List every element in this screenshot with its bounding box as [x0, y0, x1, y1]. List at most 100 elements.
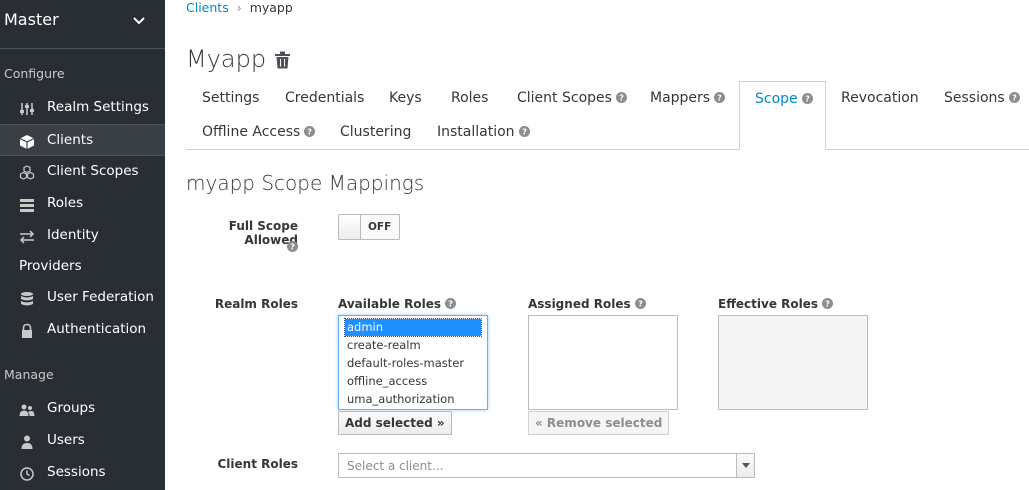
svg-text:?: ?: [307, 127, 312, 137]
tab-offline-access[interactable]: Offline Access?: [202, 124, 316, 140]
tab-scope[interactable]: Scope?: [739, 81, 826, 150]
lock-icon: [22, 323, 32, 338]
clock-icon: [20, 467, 34, 481]
svg-text:?: ?: [448, 299, 453, 309]
question-circle-icon[interactable]: ?: [287, 241, 298, 252]
breadcrumb-separator: ›: [236, 0, 242, 15]
tab-sessions[interactable]: Sessions?: [944, 90, 1020, 106]
sidebar-item-authentication[interactable]: Authentication: [0, 314, 165, 346]
assigned-roles-text: Assigned Roles: [528, 297, 631, 311]
list-icon: [20, 199, 34, 212]
list-item[interactable]: offline_access: [345, 373, 481, 390]
database-icon: [21, 292, 33, 306]
tab-label: Mappers: [650, 90, 711, 106]
list-item[interactable]: uma_authorization: [345, 391, 481, 408]
full-scope-toggle[interactable]: OFF: [338, 214, 400, 240]
exchange-icon: [19, 230, 35, 244]
tab-mappers[interactable]: Mappers?: [650, 90, 726, 106]
tab-installation[interactable]: Installation?: [437, 124, 530, 140]
list-item[interactable]: admin: [344, 318, 482, 337]
tab-client-scopes[interactable]: Client Scopes?: [517, 90, 627, 106]
realm-name: Master: [4, 10, 59, 29]
assigned-roles-list[interactable]: [528, 315, 678, 410]
realm-selector[interactable]: Master: [0, 0, 165, 49]
client-select[interactable]: Select a client...: [338, 453, 755, 478]
sidebar-item-label: Groups: [47, 400, 96, 416]
client-select-toggle[interactable]: [736, 454, 754, 477]
svg-text:?: ?: [1012, 93, 1017, 103]
sidebar-item-roles[interactable]: Roles: [0, 188, 165, 220]
sidebar-item-label: Roles: [47, 195, 84, 211]
tab-clustering[interactable]: Clustering: [340, 124, 411, 140]
question-circle-icon[interactable]: ?: [822, 298, 834, 309]
question-circle-icon[interactable]: ?: [1008, 92, 1020, 103]
cubes-icon: [19, 165, 35, 180]
cube-icon: [19, 135, 35, 149]
tab-settings[interactable]: Settings: [202, 90, 259, 106]
sidebar-item-label: Sessions: [47, 464, 106, 480]
svg-text:?: ?: [638, 299, 643, 309]
client-roles-label: Client Roles: [217, 457, 298, 471]
effective-roles-list: [718, 315, 868, 410]
remove-selected-button[interactable]: « Remove selected: [528, 411, 670, 435]
manage-section-label: Manage: [4, 367, 54, 382]
tab-label: Client Scopes: [517, 90, 612, 106]
list-item[interactable]: default-roles-master: [345, 355, 481, 372]
svg-text:?: ?: [619, 93, 624, 103]
svg-text:?: ?: [522, 127, 527, 137]
client-select-placeholder: Select a client...: [347, 459, 444, 473]
sidebar-item-label: Users: [47, 432, 85, 448]
svg-text:?: ?: [805, 94, 810, 104]
tab-label: Clustering: [340, 124, 412, 140]
caret-down-icon: [742, 463, 750, 468]
tab-roles[interactable]: Roles: [451, 90, 488, 106]
question-circle-icon[interactable]: ?: [304, 126, 316, 137]
assigned-roles-label: Assigned Roles?: [528, 297, 646, 311]
user-icon: [21, 435, 33, 449]
add-selected-button[interactable]: Add selected »: [338, 411, 452, 435]
sliders-icon: [20, 103, 34, 115]
sidebar-item-sessions[interactable]: Sessions: [0, 457, 165, 489]
toggle-state-label: OFF: [368, 221, 392, 233]
svg-text:?: ?: [290, 242, 295, 252]
tabs-divider: [186, 149, 1029, 150]
tab-label: Keys: [389, 90, 422, 106]
question-circle-icon[interactable]: ?: [714, 92, 726, 103]
sidebar-item-users[interactable]: Users: [0, 425, 165, 457]
toggle-knob: [339, 215, 361, 239]
breadcrumb-current: myapp: [249, 0, 293, 15]
trash-icon[interactable]: [275, 51, 290, 69]
tab-label: Scope: [755, 91, 798, 107]
sidebar-item-clients[interactable]: Clients: [0, 124, 165, 156]
effective-roles-text: Effective Roles: [718, 297, 819, 311]
tab-label: Revocation: [841, 90, 919, 106]
sidebar-item-user-federation[interactable]: User Federation: [0, 282, 165, 314]
tab-keys[interactable]: Keys: [389, 90, 422, 106]
sidebar-item-realm-settings[interactable]: Realm Settings: [0, 92, 165, 124]
sidebar-item-label: Realm Settings: [47, 99, 149, 115]
question-circle-icon[interactable]: ?: [615, 92, 627, 103]
sidebar-item-groups[interactable]: Groups: [0, 393, 165, 425]
section-title: myapp Scope Mappings: [186, 171, 425, 195]
sidebar-item-label: Identity: [47, 227, 99, 243]
users-icon: [19, 404, 35, 416]
available-roles-text: Available Roles: [338, 297, 442, 311]
question-circle-icon[interactable]: ?: [634, 298, 646, 309]
sidebar-item-label: Clients: [47, 132, 94, 148]
tab-revocation[interactable]: Revocation: [841, 90, 919, 106]
question-circle-icon[interactable]: ?: [518, 126, 530, 137]
tab-credentials[interactable]: Credentials: [285, 90, 364, 106]
available-roles-list[interactable]: admin create-realm default-roles-master …: [338, 315, 488, 410]
svg-text:?: ?: [825, 299, 830, 309]
sidebar-item-identity-providers[interactable]: Identity: [0, 220, 165, 252]
question-circle-icon[interactable]: ?: [445, 298, 457, 309]
sidebar-item-client-scopes[interactable]: Client Scopes: [0, 156, 165, 188]
breadcrumb-clients-link[interactable]: Clients: [186, 0, 229, 15]
list-item[interactable]: create-realm: [345, 337, 481, 354]
realm-roles-label: Realm Roles: [214, 297, 298, 311]
question-circle-icon[interactable]: ?: [801, 93, 813, 104]
sidebar-item-label: User Federation: [47, 289, 154, 305]
sidebar: Master Configure Realm Settings Clients …: [0, 0, 165, 490]
sidebar-item-label: Authentication: [47, 321, 147, 337]
page-title: Myapp: [186, 45, 267, 73]
